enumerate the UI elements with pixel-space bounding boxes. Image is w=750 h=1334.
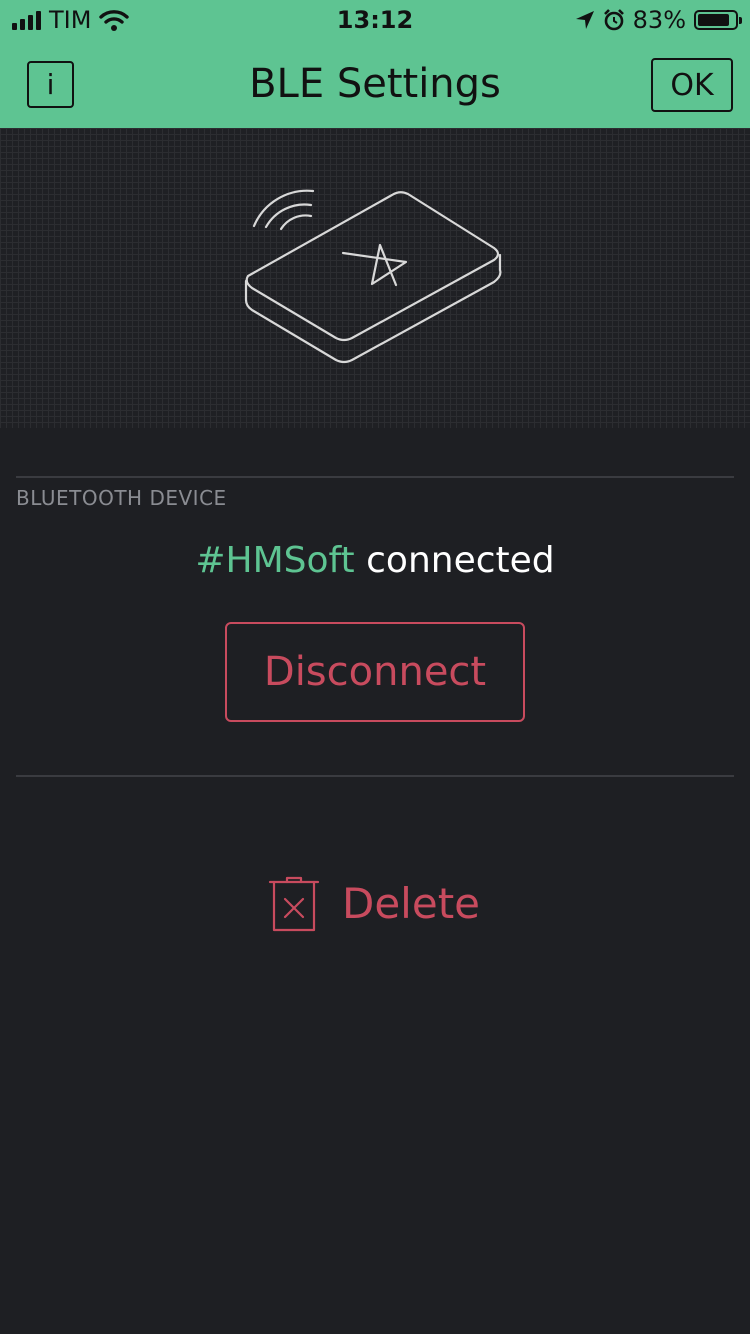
- delete-button[interactable]: Delete: [268, 872, 480, 934]
- status-bar-right: 83%: [575, 6, 742, 34]
- device-name: #HMSoft: [195, 540, 355, 581]
- alarm-clock-icon: [603, 9, 624, 31]
- status-bar: TIM 13:12 83%: [0, 0, 750, 40]
- battery-percent: 83%: [632, 6, 686, 34]
- page-title: BLE Settings: [249, 61, 501, 107]
- ble-hero-illustration-panel: [0, 128, 750, 428]
- ok-button[interactable]: OK: [651, 58, 733, 112]
- ble-device-illustration: [244, 189, 502, 364]
- disconnect-button-label: Disconnect: [263, 649, 487, 695]
- delete-button-label: Delete: [342, 878, 480, 928]
- top-app-bar: TIM 13:12 83% i BLE Settings OK: [0, 0, 750, 128]
- ok-button-label: OK: [670, 67, 714, 103]
- section-divider-bottom: [16, 775, 734, 777]
- disconnect-button[interactable]: Disconnect: [225, 622, 525, 722]
- device-status-text: connected: [366, 540, 555, 581]
- trash-icon: [268, 876, 320, 932]
- battery-icon: [694, 10, 742, 30]
- location-arrow-icon: [575, 11, 594, 29]
- section-divider-top: [16, 476, 734, 478]
- section-label-bluetooth-device: BLUETOOTH DEVICE: [16, 486, 227, 510]
- device-connection-status: #HMSoft connected: [0, 540, 750, 581]
